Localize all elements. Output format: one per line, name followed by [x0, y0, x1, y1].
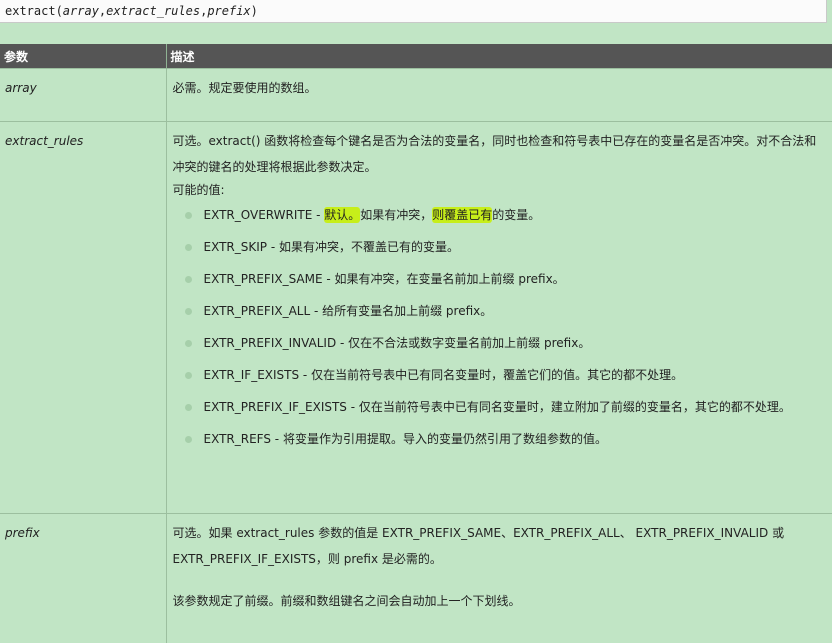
list-item: EXTR_PREFIX_ALL - 给所有变量名加上前缀 prefix。: [173, 303, 827, 319]
list-item: EXTR_REFS - 将变量作为引用提取。导入的变量仍然引用了数组参数的值。: [173, 431, 827, 447]
bullet-icon: [185, 276, 192, 283]
header-description: 描述: [166, 44, 832, 69]
table-row: extract_rules 可选。extract() 函数将检查每个键名是否为合…: [0, 122, 832, 514]
bullet-icon: [185, 212, 192, 219]
table-header-row: 参数 描述: [0, 44, 832, 69]
syntax-code-box: extract(array,extract_rules,prefix): [0, 0, 827, 23]
possible-values-label: 可能的值:: [173, 180, 827, 200]
highlighted-text: 则覆盖已有: [432, 207, 492, 223]
param-name-array: array: [0, 69, 166, 122]
bullet-icon: [185, 404, 192, 411]
param-desc-text: 可选。如果 extract_rules 参数的值是 EXTR_PREFIX_SA…: [173, 520, 827, 572]
param-desc-text: 该参数规定了前缀。前缀和数组键名之间会自动加上一个下划线。: [173, 588, 827, 614]
list-item: EXTR_PREFIX_IF_EXISTS - 仅在当前符号表中已有同名变量时，…: [173, 399, 827, 415]
option-text: EXTR_SKIP - 如果有冲突，不覆盖已有的变量。: [204, 240, 459, 254]
header-param: 参数: [0, 44, 166, 69]
options-list: EXTR_OVERWRITE - 默认。如果有冲突，则覆盖已有的变量。 EXTR…: [173, 207, 827, 447]
option-text: 的变量。: [492, 208, 540, 222]
table-row: prefix 可选。如果 extract_rules 参数的值是 EXTR_PR…: [0, 514, 832, 643]
list-item: EXTR_SKIP - 如果有冲突，不覆盖已有的变量。: [173, 239, 827, 255]
param-desc-array: 必需。规定要使用的数组。: [166, 69, 832, 122]
code-function-name: extract(: [5, 4, 63, 18]
param-desc-extract-rules: 可选。extract() 函数将检查每个键名是否为合法的变量名，同时也检查和符号…: [166, 122, 832, 514]
bullet-icon: [185, 244, 192, 251]
list-item: EXTR_PREFIX_SAME - 如果有冲突，在变量名前加上前缀 prefi…: [173, 271, 827, 287]
table-row: array 必需。规定要使用的数组。: [0, 69, 832, 122]
param-name-prefix: prefix: [0, 514, 166, 643]
bullet-icon: [185, 436, 192, 443]
param-desc-text: 必需。规定要使用的数组。: [173, 79, 827, 97]
bullet-icon: [185, 308, 192, 315]
option-text: EXTR_PREFIX_ALL - 给所有变量名加上前缀 prefix。: [204, 304, 493, 318]
parameter-table: 参数 描述 array 必需。规定要使用的数组。 extract_rules 可…: [0, 44, 832, 643]
list-item: EXTR_PREFIX_INVALID - 仅在不合法或数字变量名前加上前缀 p…: [173, 335, 827, 351]
option-text: 如果有冲突，: [360, 208, 432, 222]
code-arg-prefix: prefix: [207, 4, 250, 18]
bullet-icon: [185, 340, 192, 347]
option-text: EXTR_PREFIX_IF_EXISTS - 仅在当前符号表中已有同名变量时，…: [204, 400, 791, 414]
param-desc-text: 可选。extract() 函数将检查每个键名是否为合法的变量名，同时也检查和符号…: [173, 128, 827, 180]
list-item: EXTR_IF_EXISTS - 仅在当前符号表中已有同名变量时，覆盖它们的值。…: [173, 367, 827, 383]
option-text: EXTR_REFS - 将变量作为引用提取。导入的变量仍然引用了数组参数的值。: [204, 432, 607, 446]
option-text: EXTR_PREFIX_SAME - 如果有冲突，在变量名前加上前缀 prefi…: [204, 272, 565, 286]
code-arg-extract-rules: extract_rules: [106, 4, 200, 18]
highlighted-text: 默认。: [324, 207, 360, 223]
code-arg-array: array: [63, 4, 99, 18]
param-desc-prefix: 可选。如果 extract_rules 参数的值是 EXTR_PREFIX_SA…: [166, 514, 832, 643]
option-text: EXTR_PREFIX_INVALID - 仅在不合法或数字变量名前加上前缀 p…: [204, 336, 591, 350]
paragraph-spacer: [173, 572, 827, 588]
list-item: EXTR_OVERWRITE - 默认。如果有冲突，则覆盖已有的变量。: [173, 207, 827, 223]
code-close-paren: ): [251, 4, 258, 18]
bullet-icon: [185, 372, 192, 379]
option-text: EXTR_OVERWRITE -: [204, 208, 325, 222]
param-name-extract-rules: extract_rules: [0, 122, 166, 514]
option-text: EXTR_IF_EXISTS - 仅在当前符号表中已有同名变量时，覆盖它们的值。…: [204, 368, 684, 382]
